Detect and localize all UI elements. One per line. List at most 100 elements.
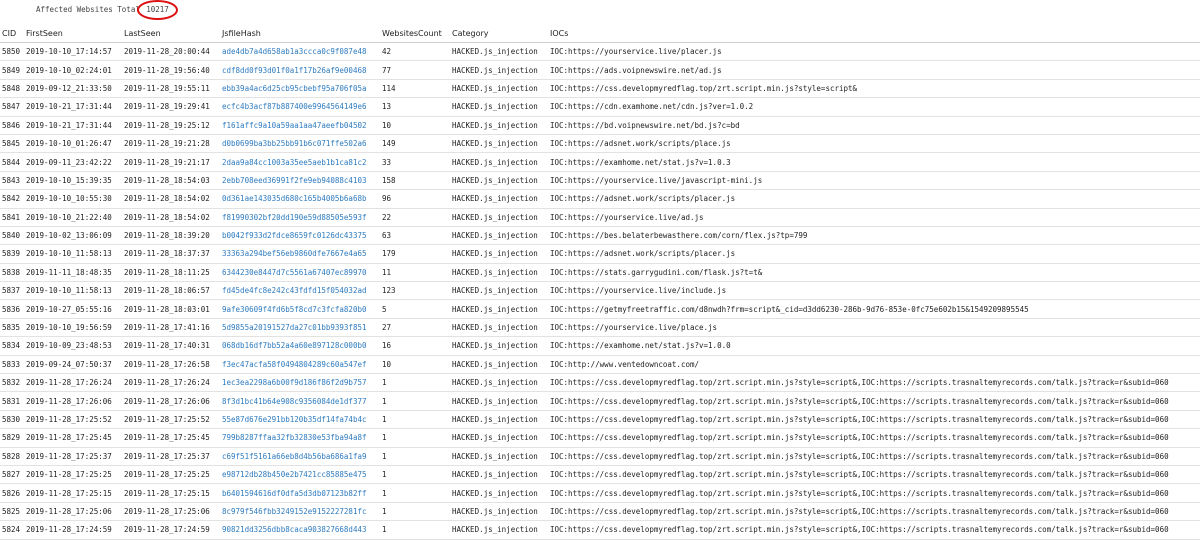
cell-iocs: IOC:https://css.developmyredflag.top/zrt…	[548, 465, 1200, 485]
cell-lastseen: 2019-11-28_18:54:02	[122, 189, 220, 209]
cell-websitescount: 1	[380, 373, 450, 393]
cell-jsfilehash: 799b8287ffaa32fb32830e53fba94a8f	[220, 428, 380, 448]
jsfilehash-link[interactable]: 8c979f546fbb3249152e9152227281fc	[222, 507, 367, 516]
cell-websitescount: 13	[380, 97, 450, 117]
jsfilehash-link[interactable]: 2daa9a84cc1003a35ee5aeb1b1ca81c2	[222, 158, 367, 167]
cell-firstseen: 2019-10-10_10:55:30	[24, 189, 122, 209]
jsfilehash-link[interactable]: ecfc4b3acf87b887400e9964564149e6	[222, 102, 367, 111]
jsfilehash-link[interactable]: e98712db28b450e2b7421cc85885e475	[222, 470, 367, 479]
header-cid[interactable]: CID	[0, 24, 24, 43]
cell-lastseen: 2019-11-28_18:37:37	[122, 244, 220, 264]
jsfilehash-link[interactable]: f81990302bf20dd190e59d88505e593f	[222, 213, 367, 222]
cell-iocs: IOC:https://css.developmyredflag.top/zrt…	[548, 79, 1200, 99]
cell-firstseen: 2019-10-10_11:58:13	[24, 244, 122, 264]
cell-cid: 5841	[0, 208, 24, 227]
cell-jsfilehash: c69f51f5161a66eb8d4b56ba686a1fa9	[220, 447, 380, 466]
jsfilehash-link[interactable]: 9afe30609f4fd6b5f8cd7c3fcfa820b0	[222, 305, 367, 314]
jsfilehash-link[interactable]: 55e87d676e291bb120b35df14fa74b4c	[222, 415, 367, 424]
cell-lastseen: 2019-11-28_19:21:28	[122, 134, 220, 154]
cell-firstseen: 2019-10-10_15:39:35	[24, 171, 122, 191]
cell-websitescount: 96	[380, 189, 450, 209]
table-row: 5839 2019-10-10_11:58:13 2019-11-28_18:37:…	[0, 244, 1200, 264]
jsfilehash-link[interactable]: 799b8287ffaa32fb32830e53fba94a8f	[222, 433, 367, 442]
jsfilehash-link[interactable]: 0d361ae143035d680c165b4005b6a68b	[222, 194, 367, 203]
jsfilehash-link[interactable]: ebb39a4ac6d25cb95cbebf95a706f05a	[222, 84, 367, 93]
cell-cid: 5829	[0, 428, 24, 448]
cell-jsfilehash: d0b0699ba3bb25bb91b6c071ffe502a6	[220, 134, 380, 154]
cell-firstseen: 2019-10-09_23:48:53	[24, 336, 122, 356]
cell-category: HACKED.js_injection	[450, 447, 548, 466]
cell-jsfilehash: 1ec3ea2298a6b00f9d186f86f2d9b757	[220, 373, 380, 393]
jsfilehash-link[interactable]: 068db16df7bb52a4a60e897128c000b0	[222, 341, 367, 350]
header-websitescount[interactable]: WebsitesCount	[380, 24, 450, 43]
header-firstseen[interactable]: FirstSeen	[24, 24, 122, 43]
cell-lastseen: 2019-11-28_17:25:15	[122, 483, 220, 503]
cell-iocs: IOC:https://bes.belaterbewasthere.com/co…	[548, 226, 1200, 246]
header-lastseen[interactable]: LastSeen	[122, 24, 220, 43]
cell-firstseen: 2019-11-28_17:25:52	[24, 410, 122, 430]
jsfilehash-link[interactable]: 8f3d1bc41b64e908c9356084de1df377	[222, 397, 367, 406]
cell-category: HACKED.js_injection	[450, 483, 548, 503]
cell-firstseen: 2019-09-12_21:33:50	[24, 79, 122, 99]
cell-category: HACKED.js_injection	[450, 318, 548, 338]
jsfilehash-link[interactable]: fd45de4fc8e242c43fdfd15f054032ad	[222, 286, 367, 295]
cell-websitescount: 63	[380, 226, 450, 246]
cell-lastseen: 2019-11-28_18:03:01	[122, 299, 220, 319]
cell-cid: 5833	[0, 355, 24, 375]
cell-lastseen: 2019-11-28_18:06:57	[122, 281, 220, 301]
jsfilehash-link[interactable]: ade4db7a4d658ab1a3ccca0c9f087e48	[222, 47, 367, 56]
jsfilehash-link[interactable]: cdf8dd0f93d01f0a1f17b26af9e00468	[222, 66, 367, 75]
cell-iocs: IOC:https://css.developmyredflag.top/zrt…	[548, 391, 1200, 411]
jsfilehash-link[interactable]: f161affc9a10a59aa1aa47aeefb04502	[222, 121, 367, 130]
cell-firstseen: 2019-11-28_17:25:15	[24, 483, 122, 503]
cell-category: HACKED.js_injection	[450, 373, 548, 393]
header-jsfilehash[interactable]: JsfileHash	[220, 24, 380, 43]
jsfilehash-link[interactable]: f3ec47acfa58f0494804289c60a547ef	[222, 360, 367, 369]
cell-cid: 5825	[0, 502, 24, 522]
cell-websitescount: 1	[380, 483, 450, 503]
cell-websitescount: 1	[380, 428, 450, 448]
cell-iocs: IOC:https://css.developmyredflag.top/zrt…	[548, 410, 1200, 430]
cell-iocs: IOC:https://css.developmyredflag.top/zrt…	[548, 428, 1200, 448]
cell-websitescount: 1	[380, 447, 450, 466]
cell-iocs: IOC:https://adsnet.work/scripts/placer.j…	[548, 244, 1200, 264]
jsfilehash-link[interactable]: b0042f933d2fdce8659fc0126dc43375	[222, 231, 367, 240]
cell-lastseen: 2019-11-28_17:25:52	[122, 410, 220, 430]
cell-jsfilehash: b0042f933d2fdce8659fc0126dc43375	[220, 226, 380, 246]
jsfilehash-link[interactable]: 1ec3ea2298a6b00f9d186f86f2d9b757	[222, 378, 367, 387]
jsfilehash-link[interactable]: b6401594616df0dfa5d3db07123b82ff	[222, 489, 367, 498]
table-row: 5831 2019-11-28_17:26:06 2019-11-28_17:26:…	[0, 391, 1200, 411]
jsfilehash-link[interactable]: 2ebb708eed36991f2fe9eb94088c4103	[222, 176, 367, 185]
jsfilehash-link[interactable]: 6344230e8447d7c5561a67407ec89970	[222, 268, 367, 277]
affected-websites-total: 10217	[137, 0, 178, 20]
cell-websitescount: 179	[380, 244, 450, 264]
jsfilehash-link[interactable]: 5d9855a20191527da27c01bb9393f851	[222, 323, 367, 332]
cell-cid: 5835	[0, 318, 24, 338]
jsfilehash-link[interactable]: 90821dd3256dbb8caca903827668d443	[222, 525, 367, 534]
cell-firstseen: 2019-10-10_11:58:13	[24, 281, 122, 301]
cell-lastseen: 2019-11-28_20:00:44	[122, 42, 220, 62]
jsfilehash-link[interactable]: 33363a294bef56eb9860dfe7667e4a65	[222, 249, 367, 258]
cell-websitescount: 1	[380, 520, 450, 540]
jsfilehash-link[interactable]: c69f51f5161a66eb8d4b56ba686a1fa9	[222, 452, 367, 461]
cell-lastseen: 2019-11-28_17:25:45	[122, 428, 220, 448]
cell-category: HACKED.js_injection	[450, 520, 548, 540]
cell-lastseen: 2019-11-28_17:25:06	[122, 502, 220, 522]
cell-iocs: IOC:https://examhome.net/stat.js?v=1.0.0	[548, 336, 1200, 356]
cell-cid: 5836	[0, 299, 24, 319]
header-category[interactable]: Category	[450, 24, 548, 43]
cell-websitescount: 123	[380, 281, 450, 301]
cell-lastseen: 2019-11-28_17:26:06	[122, 391, 220, 411]
cell-websitescount: 1	[380, 502, 450, 522]
cell-lastseen: 2019-11-28_17:26:58	[122, 355, 220, 375]
jsfilehash-link[interactable]: d0b0699ba3bb25bb91b6c071ffe502a6	[222, 139, 367, 148]
cell-websitescount: 1	[380, 410, 450, 430]
table-row: 5840 2019-10-02_13:06:09 2019-11-28_18:39:…	[0, 226, 1200, 246]
cell-category: HACKED.js_injection	[450, 42, 548, 62]
cell-category: HACKED.js_injection	[450, 465, 548, 485]
cell-firstseen: 2019-11-28_17:25:37	[24, 447, 122, 466]
cell-lastseen: 2019-11-28_19:56:40	[122, 60, 220, 80]
header-iocs[interactable]: IOCs	[548, 24, 1200, 43]
cell-category: HACKED.js_injection	[450, 60, 548, 80]
cell-websitescount: 1	[380, 465, 450, 485]
